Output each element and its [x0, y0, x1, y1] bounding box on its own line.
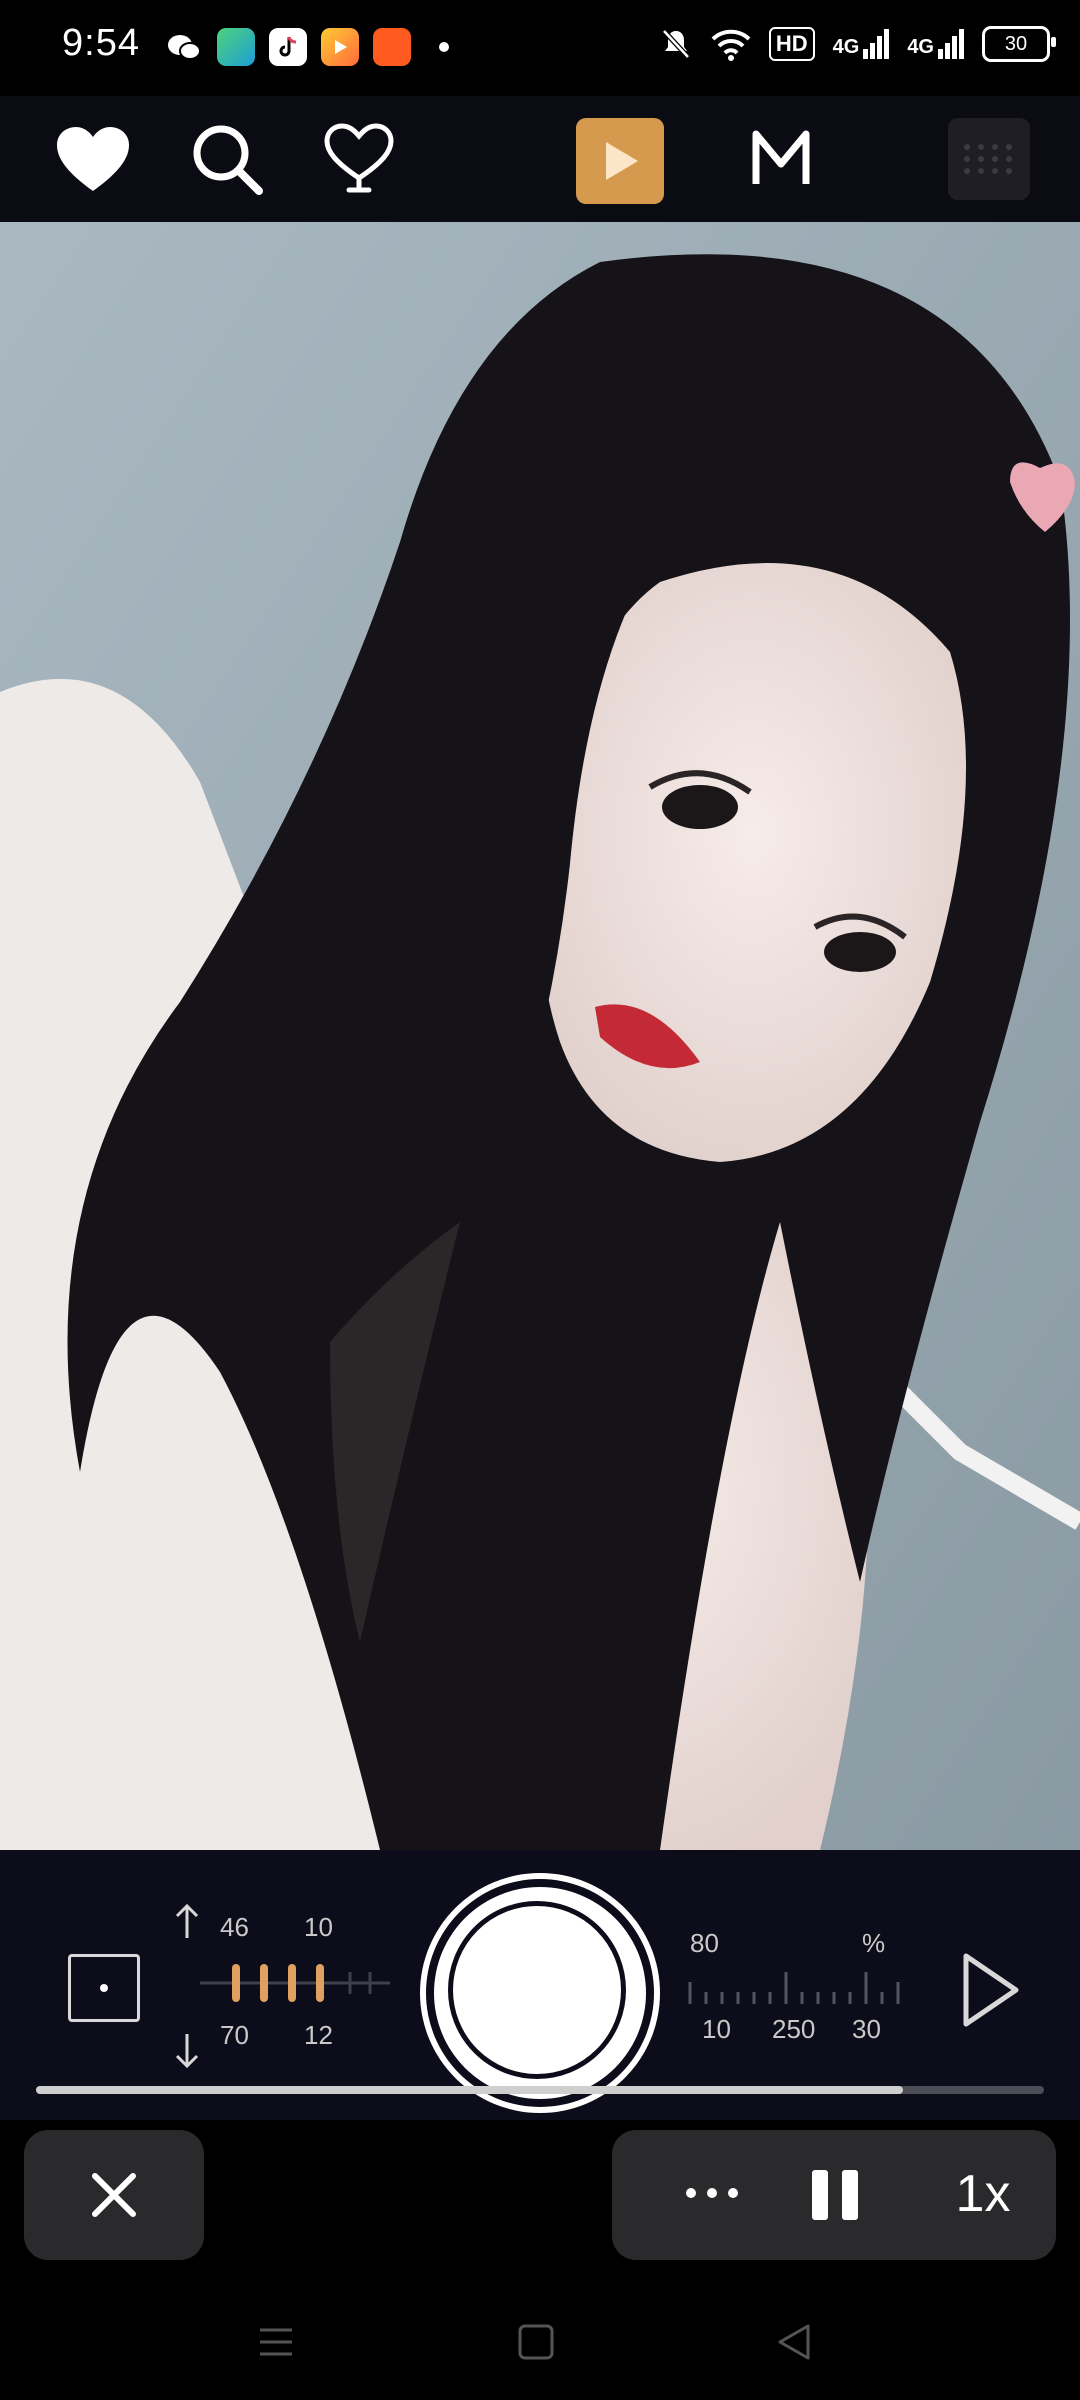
top-toolbar [0, 96, 1080, 222]
hd-badge: HD [768, 27, 815, 61]
zoom-ruler[interactable] [686, 1962, 906, 2012]
player-controls: 1x [612, 2130, 1056, 2260]
dial-value-bottom-left: 70 [220, 2020, 249, 2050]
notification-icons [165, 28, 449, 66]
menu-icon [260, 2328, 292, 2356]
signal-2-icon: 4G [907, 29, 964, 59]
bottom-action-bar: 1x [0, 2120, 1080, 2280]
home-square-icon [518, 2324, 554, 2360]
signal-1-icon: 4G [833, 29, 890, 59]
more-notifications-dot [439, 42, 449, 52]
ruler-value-3: 30 [852, 2014, 881, 2044]
play-mode-button[interactable] [576, 118, 664, 204]
playback-progress-bar[interactable] [36, 2086, 1044, 2094]
status-bar: 9:54 HD 4G 4G 30 [0, 0, 1080, 96]
network-type-1: 4G [832, 36, 860, 58]
grid-menu-button[interactable] [948, 118, 1030, 200]
close-button[interactable] [24, 2130, 204, 2260]
photo-preview[interactable] [0, 222, 1080, 1850]
search-icon [193, 125, 263, 195]
more-options-button[interactable] [672, 2168, 752, 2218]
ruler-value-2: 250 [772, 2014, 816, 2044]
more-horizontal-icon [686, 2188, 738, 2198]
system-navigation-bar [0, 2280, 1080, 2400]
ruler-value-top-right: % [862, 1928, 886, 1958]
battery-icon: 30 [982, 26, 1056, 62]
dial-value-top-left: 46 [220, 1912, 249, 1942]
next-button[interactable] [958, 1950, 1024, 2030]
back-button[interactable] [764, 2312, 824, 2372]
video-app-icon [321, 28, 359, 66]
grid-icon [964, 144, 1012, 174]
mute-icon [662, 29, 690, 59]
portrait-image [0, 222, 1080, 1850]
camera-controls: 46 10 70 12 80 % 10 250 30 [0, 1850, 1080, 2120]
dial-value-top-right: 10 [304, 1912, 333, 1942]
heart-filled-icon [57, 127, 129, 191]
playback-speed-button[interactable]: 1x [938, 2164, 1028, 2224]
wechat-icon [168, 35, 201, 60]
exposure-slider[interactable] [200, 1958, 390, 2008]
dial-value-bottom-right: 12 [304, 2020, 333, 2050]
close-icon [92, 2173, 136, 2217]
likes-button[interactable] [314, 114, 404, 204]
favorite-button[interactable] [48, 114, 138, 204]
shutter-button[interactable] [434, 1887, 646, 2099]
heart-outline-icon [324, 123, 394, 193]
play-icon [606, 142, 638, 180]
back-triangle-icon [778, 2324, 810, 2360]
playback-progress-fill [36, 2086, 903, 2094]
ruler-value-1: 10 [702, 2014, 731, 2044]
status-time: 9:54 [62, 22, 140, 64]
m-brand-button[interactable] [736, 114, 826, 204]
network-type-2: 4G [907, 36, 934, 58]
m-logo-icon [752, 130, 810, 184]
ruler-value-top-left: 80 [690, 1928, 719, 1958]
wifi-icon [711, 29, 751, 61]
app-green-icon [217, 28, 255, 66]
status-indicators: HD 4G 4G 30 [659, 26, 1056, 62]
pause-button[interactable] [806, 2166, 866, 2224]
recent-apps-button[interactable] [246, 2312, 306, 2372]
kuaishou-icon [373, 28, 411, 66]
home-button[interactable] [506, 2312, 566, 2372]
search-button[interactable] [182, 114, 272, 204]
frame-select-button[interactable] [68, 1954, 140, 2022]
tiktok-icon [269, 28, 307, 66]
